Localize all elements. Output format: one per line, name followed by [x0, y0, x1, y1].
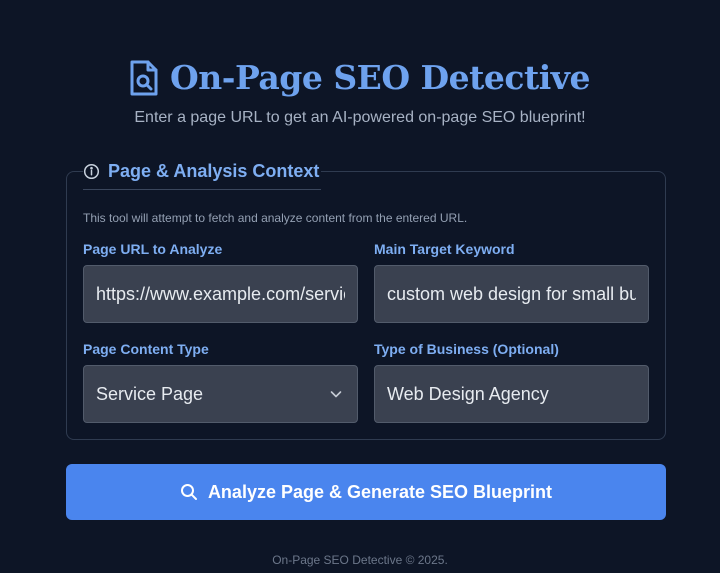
document-search-icon	[130, 60, 158, 96]
info-icon	[83, 163, 100, 179]
target-keyword-label: Main Target Keyword	[374, 241, 515, 257]
business-type-input[interactable]	[374, 365, 649, 423]
target-keyword-input[interactable]	[374, 265, 649, 323]
page: On-Page SEO Detective Enter a page URL t…	[0, 0, 720, 573]
context-legend: Page & Analysis Context	[83, 159, 321, 190]
page-title: On-Page SEO Detective	[170, 58, 590, 97]
content-type-select[interactable]: Service Page	[83, 365, 358, 423]
analyze-button-label: Analyze Page & Generate SEO Blueprint	[207, 481, 553, 502]
search-icon	[180, 484, 197, 500]
context-legend-title: Page & Analysis Context	[108, 160, 320, 181]
page-url-label: Page URL to Analyze	[83, 241, 223, 257]
chevron-down-icon	[330, 391, 342, 398]
page-subtitle: Enter a page URL to get an AI-powered on…	[134, 109, 586, 126]
footer: On-Page SEO Detective © 2025.	[272, 553, 448, 567]
business-type-label: Type of Business (Optional)	[374, 341, 559, 357]
app-header: On-Page SEO Detective	[0, 58, 720, 98]
page-url-input[interactable]	[83, 265, 358, 323]
fetch-note: This tool will attempt to fetch and anal…	[83, 211, 468, 225]
content-type-value: Service Page	[96, 384, 204, 404]
content-type-label: Page Content Type	[83, 341, 209, 357]
analyze-button[interactable]: Analyze Page & Generate SEO Blueprint	[66, 464, 666, 520]
